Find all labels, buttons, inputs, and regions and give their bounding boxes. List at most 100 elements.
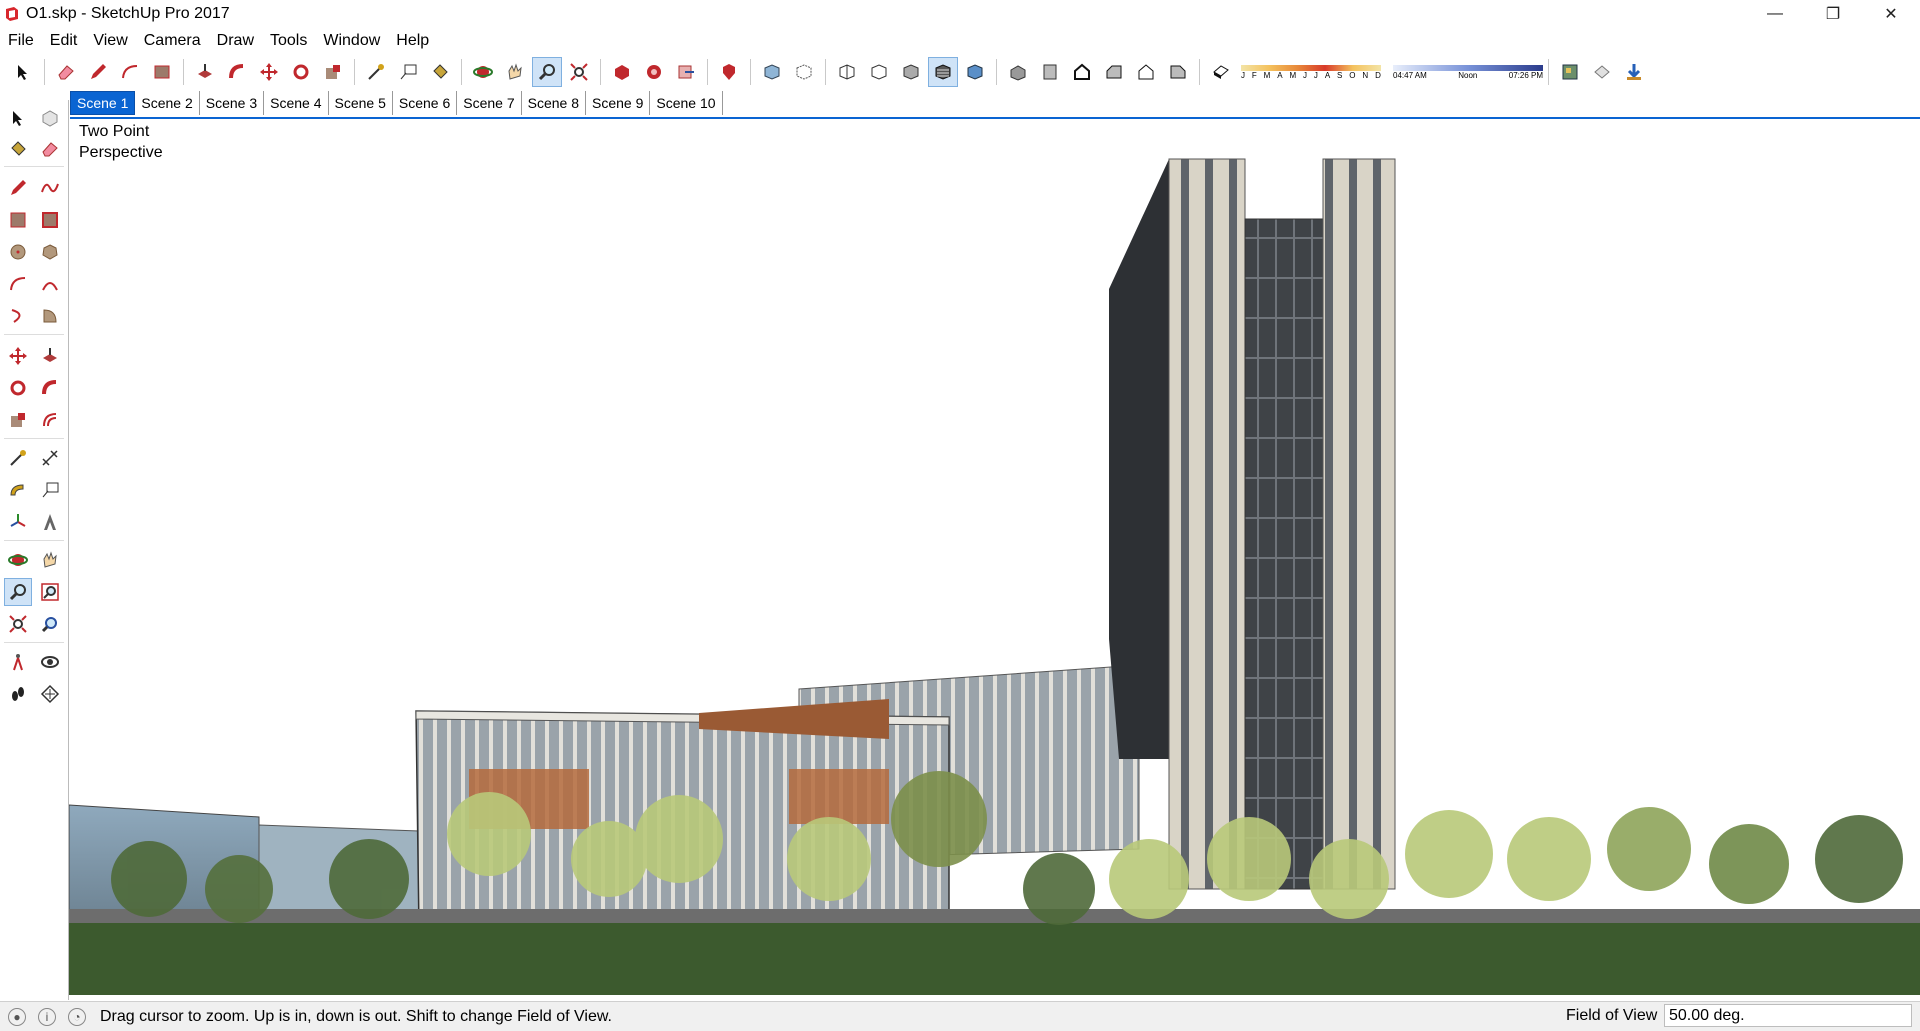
paint-bucket-tool-button[interactable] (425, 57, 455, 87)
scale-tool-button[interactable] (318, 57, 348, 87)
menu-view[interactable]: View (85, 28, 135, 54)
scene-tab-3[interactable]: Scene 3 (200, 91, 265, 115)
eraser-tool-button[interactable] (51, 57, 81, 87)
palette-offset-button[interactable] (36, 406, 64, 434)
palette-look-around-button[interactable] (36, 648, 64, 676)
palette-make-component-button[interactable] (36, 104, 64, 132)
palette-line-button[interactable] (4, 174, 32, 202)
iso-view-button[interactable] (1003, 57, 1033, 87)
palette-pie-button[interactable] (36, 302, 64, 330)
palette-rotate-button[interactable] (4, 374, 32, 402)
shadow-time-slider[interactable]: 04:47 AM Noon 07:26 PM (1385, 57, 1543, 87)
scene-tab-8[interactable]: Scene 8 (522, 91, 586, 115)
user-account-icon[interactable]: ◔ (68, 1007, 86, 1026)
rotate-tool-button[interactable] (286, 57, 316, 87)
orbit-tool-button[interactable] (468, 57, 498, 87)
follow-me-tool-button[interactable] (222, 57, 252, 87)
palette-zoom-window-button[interactable] (36, 578, 64, 606)
hidden-line-style-button[interactable] (864, 57, 894, 87)
extension-manager-button[interactable] (714, 57, 744, 87)
zoom-extents-tool-button[interactable] (564, 57, 594, 87)
minimize-button[interactable]: — (1746, 0, 1804, 28)
shaded-style-button[interactable] (896, 57, 926, 87)
front-view-button[interactable] (1067, 57, 1097, 87)
scene-tab-1[interactable]: Scene 1 (70, 91, 136, 115)
top-view-button[interactable] (1035, 57, 1065, 87)
palette-previous-view-button[interactable] (36, 610, 64, 638)
model-viewport[interactable]: Two Point Perspective (69, 119, 1920, 995)
menu-edit[interactable]: Edit (42, 28, 86, 54)
wireframe-style-button[interactable] (832, 57, 862, 87)
tape-measure-tool-button[interactable] (361, 57, 391, 87)
right-view-button[interactable] (1099, 57, 1129, 87)
zoom-tool-button[interactable] (532, 57, 562, 87)
extension-warehouse-button[interactable] (639, 57, 669, 87)
components-button[interactable] (1555, 57, 1585, 87)
pan-tool-button[interactable] (500, 57, 530, 87)
palette-rotated-rectangle-button[interactable] (36, 206, 64, 234)
palette-two-point-arc-button[interactable] (36, 270, 64, 298)
palette-follow-me-button[interactable] (36, 374, 64, 402)
palette-freehand-button[interactable] (36, 174, 64, 202)
geo-location-icon[interactable]: ● (8, 1007, 26, 1026)
back-edges-style-button[interactable] (789, 57, 819, 87)
measurements-field[interactable]: 50.00 deg. (1664, 1004, 1912, 1027)
shaded-textures-style-button[interactable] (928, 57, 958, 87)
palette-scale-button[interactable] (4, 406, 32, 434)
palette-dimension-button[interactable] (36, 444, 64, 472)
rectangle-tool-button[interactable] (147, 57, 177, 87)
palette-text-button[interactable] (36, 476, 64, 504)
scene-tab-10[interactable]: Scene 10 (650, 91, 723, 115)
send-to-layout-button[interactable] (671, 57, 701, 87)
palette-circle-button[interactable] (4, 238, 32, 266)
palette-walk-button[interactable] (4, 680, 32, 708)
downloads-button[interactable] (1619, 57, 1649, 87)
palette-3d-text-button[interactable] (36, 508, 64, 536)
menu-file[interactable]: File (0, 28, 42, 54)
palette-orbit-button[interactable] (4, 546, 32, 574)
palette-position-camera-button[interactable] (4, 648, 32, 676)
push-pull-tool-button[interactable] (190, 57, 220, 87)
palette-move-button[interactable] (4, 342, 32, 370)
palette-zoom-extents-button[interactable] (4, 610, 32, 638)
styles-button[interactable] (1587, 57, 1617, 87)
palette-polygon-button[interactable] (36, 238, 64, 266)
palette-select-button[interactable] (4, 104, 32, 132)
palette-eraser-button[interactable] (36, 135, 64, 163)
shadow-date-slider[interactable]: J F M A M J J A S O N D (1241, 57, 1381, 87)
left-view-button[interactable] (1163, 57, 1193, 87)
palette-paint-bucket-button[interactable] (4, 135, 32, 163)
palette-protractor-button[interactable] (4, 476, 32, 504)
scene-tab-2[interactable]: Scene 2 (135, 91, 200, 115)
move-tool-button[interactable] (254, 57, 284, 87)
credits-icon[interactable]: i (38, 1007, 56, 1026)
palette-push-pull-button[interactable] (36, 342, 64, 370)
menu-window[interactable]: Window (315, 28, 388, 54)
xray-style-button[interactable] (757, 57, 787, 87)
scene-tab-9[interactable]: Scene 9 (586, 91, 651, 115)
palette-zoom-button[interactable] (4, 578, 32, 606)
arc-tool-button[interactable] (115, 57, 145, 87)
3d-warehouse-button[interactable] (607, 57, 637, 87)
scene-tab-4[interactable]: Scene 4 (264, 91, 329, 115)
text-tool-button[interactable] (393, 57, 423, 87)
restore-button[interactable]: ❐ (1804, 0, 1862, 28)
scene-tab-6[interactable]: Scene 6 (393, 91, 458, 115)
menu-camera[interactable]: Camera (136, 28, 209, 54)
palette-pan-button[interactable] (36, 546, 64, 574)
scene-tab-7[interactable]: Scene 7 (457, 91, 522, 115)
close-button[interactable]: ✕ (1862, 0, 1920, 28)
monochrome-style-button[interactable] (960, 57, 990, 87)
shadows-toggle-button[interactable] (1206, 57, 1236, 87)
pencil-tool-button[interactable] (83, 57, 113, 87)
palette-three-point-arc-button[interactable] (4, 302, 32, 330)
menu-tools[interactable]: Tools (262, 28, 315, 54)
menu-help[interactable]: Help (388, 28, 437, 54)
palette-section-plane-button[interactable] (36, 680, 64, 708)
palette-axes-button[interactable] (4, 508, 32, 536)
palette-rectangle-button[interactable] (4, 206, 32, 234)
select-tool-button[interactable] (8, 57, 38, 87)
menu-draw[interactable]: Draw (209, 28, 262, 54)
scene-tab-5[interactable]: Scene 5 (329, 91, 393, 115)
palette-arc-button[interactable] (4, 270, 32, 298)
